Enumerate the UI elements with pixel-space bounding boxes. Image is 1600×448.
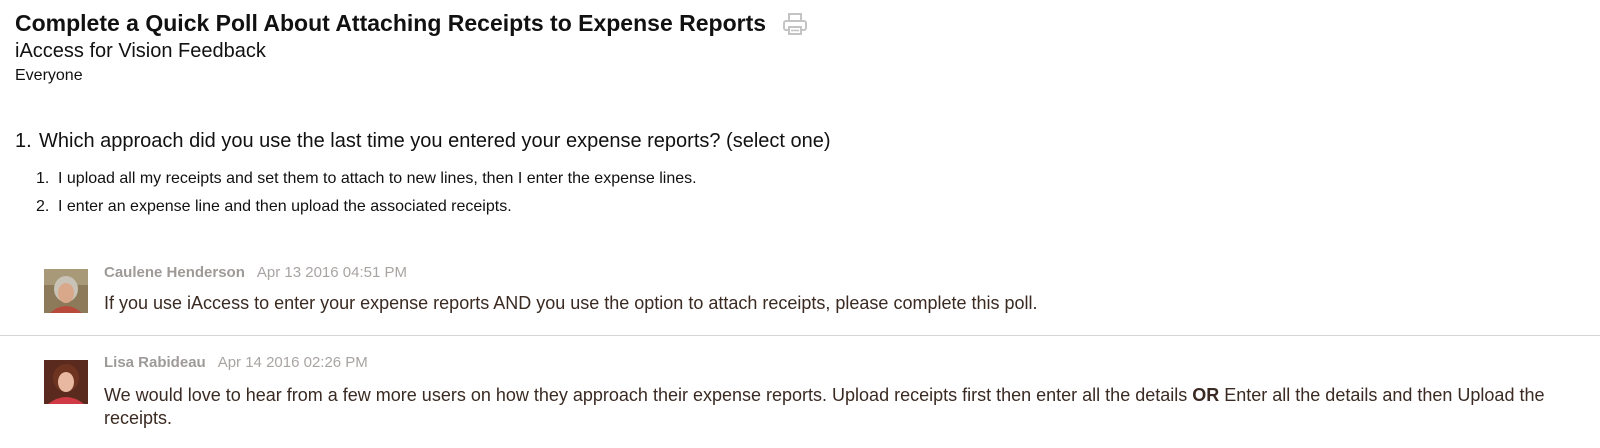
option-number: 1. [36, 170, 50, 187]
printer-icon[interactable] [782, 11, 808, 37]
comment-meta: Caulene Henderson Apr 13 2016 04:51 PM [104, 264, 407, 281]
option-text: I enter an expense line and then upload … [58, 198, 512, 215]
question-number: 1. [15, 130, 32, 152]
comment-text: We would love to hear from a few more us… [104, 384, 1574, 430]
comment-meta: Lisa Rabideau Apr 14 2016 02:26 PM [104, 354, 368, 371]
option-number: 2. [36, 198, 50, 215]
option-text: I upload all my receipts and set them to… [58, 170, 697, 187]
comment-text-part: We would love to hear from a few more us… [104, 385, 1193, 405]
comment-author[interactable]: Caulene Henderson [104, 264, 245, 281]
avatar[interactable] [44, 269, 88, 313]
comment-divider [0, 335, 1600, 336]
poll-option[interactable]: 2. I enter an expense line and then uploa… [36, 196, 697, 224]
page-title: Complete a Quick Poll About Attaching Re… [15, 10, 767, 36]
poll-question: 1. Which approach did you use the last ti… [15, 130, 831, 153]
poll-option[interactable]: 1. I upload all my receipts and set them … [36, 168, 697, 196]
group-name[interactable]: iAccess for Vision Feedback [15, 40, 266, 63]
title-row: Complete a Quick Poll About Attaching Re… [15, 10, 808, 37]
comment-text-emphasis: OR [1192, 385, 1220, 405]
audience-label: Everyone [15, 67, 83, 84]
comment-text: If you use iAccess to enter your expense… [104, 293, 1038, 313]
comment-date: Apr 14 2016 02:26 PM [217, 354, 368, 371]
poll-options: 1. I upload all my receipts and set them … [36, 168, 697, 224]
avatar[interactable] [44, 360, 88, 404]
question-text: Which approach did you use the last time… [39, 130, 831, 152]
comment-author[interactable]: Lisa Rabideau [104, 354, 206, 371]
poll-page: Complete a Quick Poll About Attaching Re… [0, 0, 1600, 448]
comment-date: Apr 13 2016 04:51 PM [256, 264, 407, 281]
